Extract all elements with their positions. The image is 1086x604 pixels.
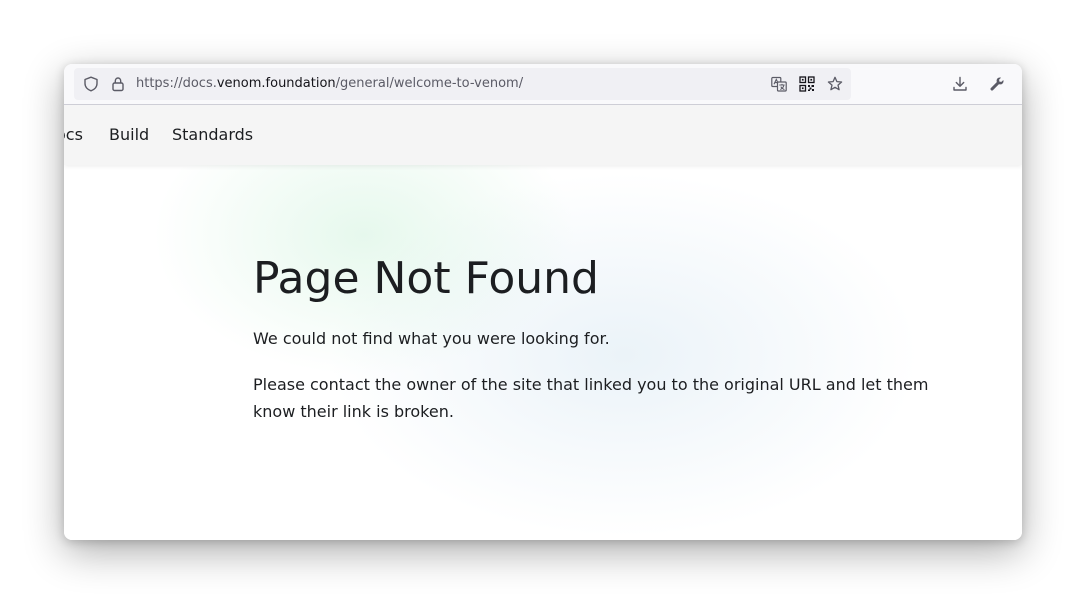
url-scheme: https://docs. — [136, 76, 217, 91]
star-icon[interactable] — [827, 76, 843, 92]
address-bar[interactable]: https://docs.venom.foundation/general/we… — [74, 68, 851, 100]
url-domain: venom.foundation — [216, 76, 336, 91]
nav-link-standards[interactable]: Standards — [172, 125, 253, 145]
browser-toolbar: https://docs.venom.foundation/general/we… — [64, 64, 1022, 105]
main-content: Page Not Found We could not find what yo… — [64, 165, 1022, 540]
download-icon[interactable] — [952, 76, 968, 92]
lock-icon[interactable] — [110, 76, 126, 92]
shield-icon[interactable] — [83, 76, 99, 92]
browser-window: https://docs.venom.foundation/general/we… — [64, 64, 1022, 540]
page-title: Page Not Found — [253, 253, 599, 304]
contact-owner-message: Please contact the owner of the site tha… — [253, 375, 929, 421]
translate-icon[interactable] — [771, 76, 787, 92]
url-path: /general/welcome-to-venom/ — [335, 76, 524, 91]
url-text[interactable]: https://docs.venom.foundation/general/we… — [136, 76, 523, 92]
site-navbar: ocs Build Standards — [64, 105, 1022, 165]
qr-code-icon[interactable] — [799, 76, 815, 92]
not-found-message: We could not find what you were looking … — [253, 329, 610, 348]
wrench-icon[interactable] — [989, 76, 1005, 92]
nav-link-docs[interactable]: ocs — [64, 125, 83, 145]
nav-link-build[interactable]: Build — [109, 125, 149, 145]
